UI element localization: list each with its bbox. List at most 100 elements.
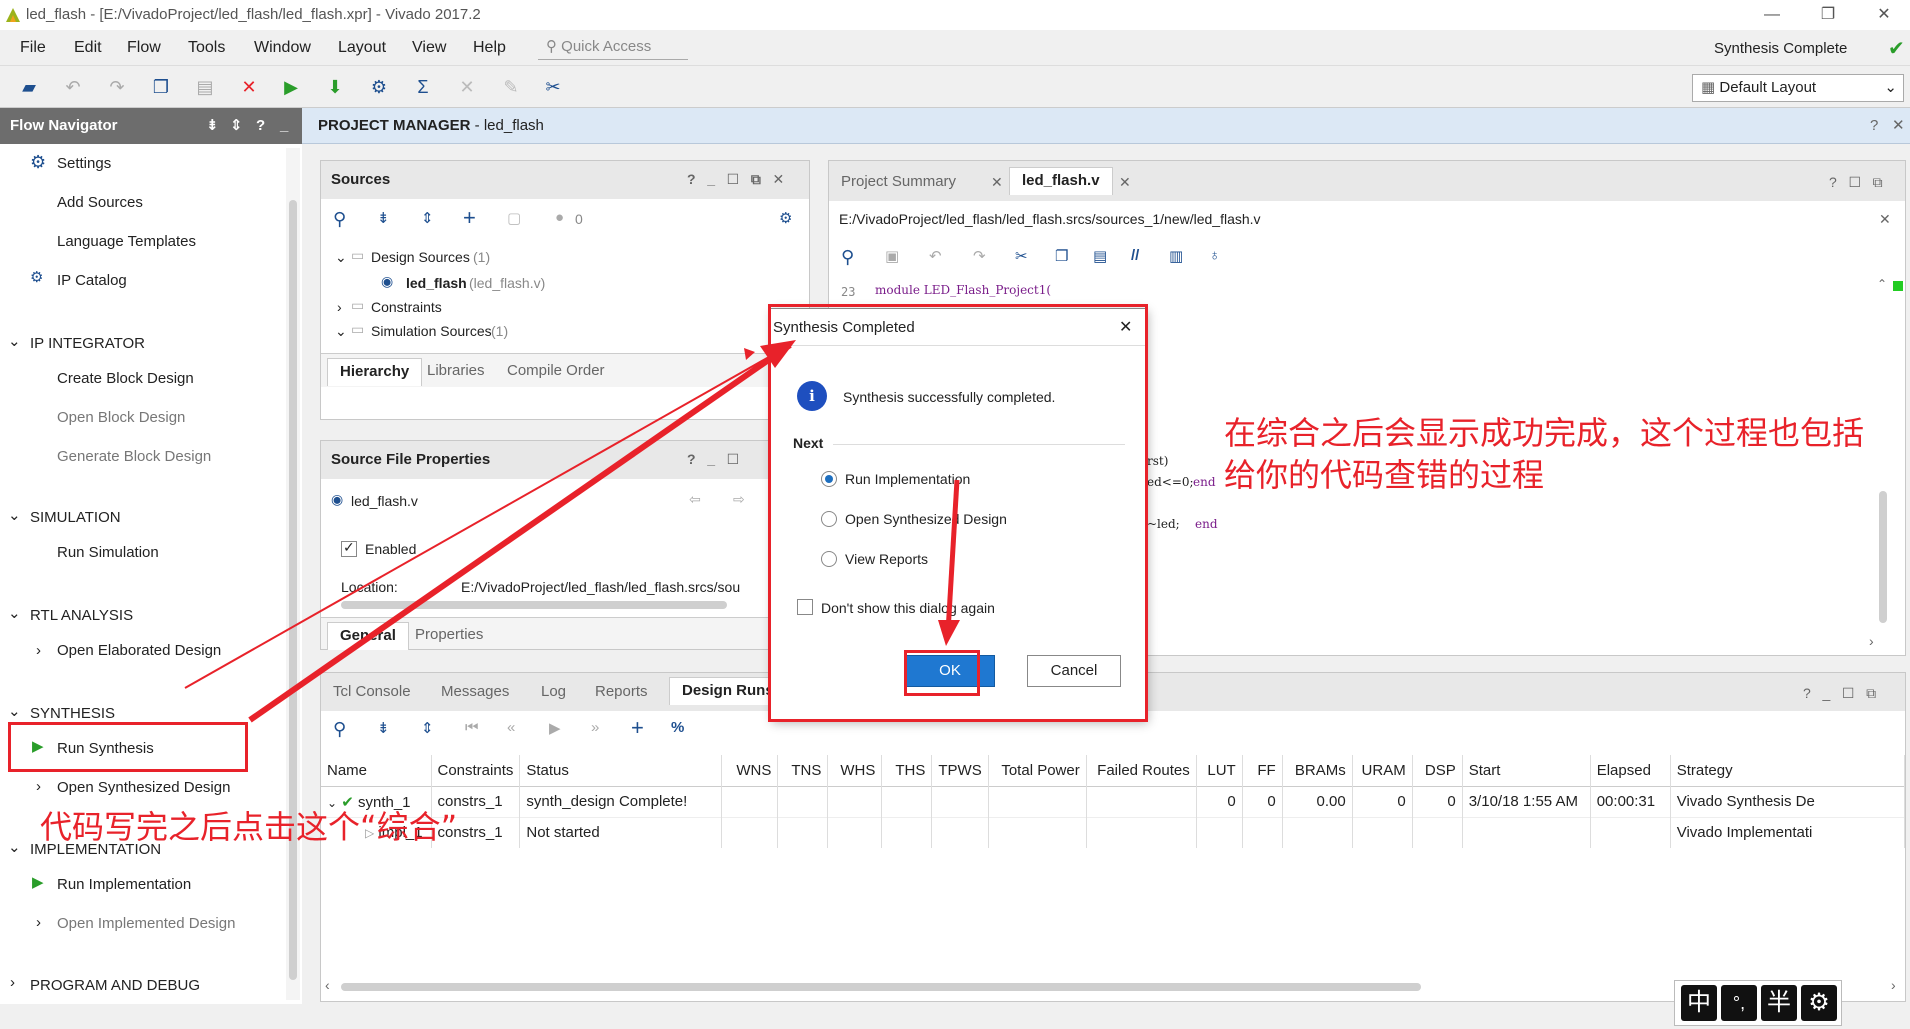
- scroll-up-icon[interactable]: ⌃: [1877, 277, 1887, 291]
- tab-general[interactable]: General: [327, 622, 409, 650]
- scroll-right-icon[interactable]: ›: [1891, 977, 1896, 993]
- nav-run-simulation[interactable]: Run Simulation: [57, 544, 159, 561]
- col-constraints[interactable]: Constraints: [431, 755, 521, 786]
- col-elapsed[interactable]: Elapsed: [1590, 755, 1671, 786]
- tree-led-flash[interactable]: led_flash: [406, 275, 467, 291]
- nav-language-templates[interactable]: Language Templates: [57, 233, 196, 250]
- section-program-and-debug[interactable]: PROGRAM AND DEBUG: [30, 977, 200, 994]
- nav-create-block-design[interactable]: Create Block Design: [57, 370, 194, 387]
- col-strategy[interactable]: Strategy: [1670, 755, 1906, 786]
- chevron-down-icon[interactable]: ⌄: [8, 604, 21, 622]
- enabled-checkbox[interactable]: ✓: [341, 539, 357, 557]
- table-row[interactable]: ▷ impl_1 constrs_1 Not started Vivado Im…: [321, 817, 1906, 848]
- col-tpws[interactable]: TPWS: [931, 755, 989, 786]
- pencil-icon[interactable]: ✎: [498, 74, 524, 100]
- run-icon[interactable]: ▶: [278, 74, 304, 100]
- copy-icon[interactable]: ❐: [1055, 247, 1068, 265]
- chevron-down-icon[interactable]: ⌄: [335, 323, 347, 340]
- expand-all-icon[interactable]: ⇕: [421, 209, 434, 227]
- file-icon[interactable]: ▢: [507, 209, 521, 227]
- clear-icon[interactable]: ✂: [540, 74, 566, 100]
- comment-icon[interactable]: //: [1131, 247, 1139, 264]
- tab-hierarchy[interactable]: Hierarchy: [327, 358, 423, 386]
- section-synthesis[interactable]: SYNTHESIS: [30, 705, 115, 722]
- collapse-all-icon[interactable]: ⇟: [377, 209, 390, 227]
- expand-icon[interactable]: ⇕: [230, 108, 243, 144]
- save-icon[interactable]: ▣: [885, 247, 899, 265]
- chevron-right-icon[interactable]: ›: [36, 642, 41, 659]
- redo-icon[interactable]: ↷: [104, 74, 130, 100]
- panel-controls-icon[interactable]: ? _ ☐ ⧉: [1803, 685, 1876, 702]
- close-window-icon[interactable]: ✕: [1864, 2, 1904, 28]
- panel-controls-icon[interactable]: ? _ ☐: [687, 451, 739, 468]
- bulb-icon[interactable]: ♁: [1209, 247, 1220, 264]
- col-ff[interactable]: FF: [1242, 755, 1283, 786]
- tree-constraints[interactable]: Constraints: [371, 299, 442, 315]
- close-tab-icon[interactable]: ✕: [1119, 174, 1131, 191]
- col-dsp[interactable]: DSP: [1412, 755, 1463, 786]
- tab-reports[interactable]: Reports: [583, 679, 660, 707]
- nav-open-block-design[interactable]: Open Block Design: [57, 409, 185, 426]
- paste-icon[interactable]: ▤: [1093, 247, 1107, 265]
- chevron-down-icon[interactable]: ⌄: [8, 702, 21, 720]
- col-tns[interactable]: TNS: [777, 755, 829, 786]
- menu-flow[interactable]: Flow: [127, 39, 161, 57]
- close-tab-icon[interactable]: ✕: [991, 174, 1003, 191]
- expand-all-icon[interactable]: ⇕: [421, 719, 434, 737]
- nav-ip-catalog[interactable]: IP Catalog: [57, 272, 127, 289]
- nav-open-elaborated-design[interactable]: Open Elaborated Design: [57, 642, 221, 659]
- col-failed-routes[interactable]: Failed Routes: [1086, 755, 1197, 786]
- collapse-all-icon[interactable]: ⇟: [377, 719, 390, 737]
- runs-hscroll-thumb[interactable]: [341, 983, 1421, 991]
- tree-design-sources[interactable]: Design Sources: [371, 249, 470, 265]
- collapse-icon[interactable]: ⇟: [206, 108, 219, 144]
- section-ip-integrator[interactable]: IP INTEGRATOR: [30, 335, 145, 352]
- close-icon[interactable]: ✕: [1892, 108, 1905, 144]
- menu-view[interactable]: View: [412, 39, 446, 57]
- panel-controls-icon[interactable]: ? ☐ ⧉: [1829, 174, 1883, 191]
- help-icon[interactable]: ?: [1870, 108, 1878, 144]
- program-icon[interactable]: ⬇: [322, 74, 348, 100]
- col-start[interactable]: Start: [1462, 755, 1591, 786]
- play-icon[interactable]: ▶: [549, 719, 561, 737]
- search-icon[interactable]: ⚲: [333, 209, 346, 230]
- ime-punct-key[interactable]: °,: [1721, 985, 1757, 1021]
- menu-edit[interactable]: Edit: [74, 39, 102, 57]
- chevron-down-icon[interactable]: ⌄: [8, 506, 21, 524]
- forward-arrow-icon[interactable]: ⇨: [733, 491, 745, 508]
- ime-chinese-key[interactable]: 中: [1681, 985, 1717, 1021]
- chevron-right-icon[interactable]: ›: [337, 299, 342, 315]
- nav-open-implemented-design[interactable]: Open Implemented Design: [57, 915, 235, 932]
- minimize-icon[interactable]: —: [1752, 2, 1792, 28]
- prev-icon[interactable]: «: [507, 719, 515, 736]
- help-icon[interactable]: ?: [256, 108, 265, 144]
- add-icon[interactable]: +: [463, 205, 476, 231]
- chevron-right-icon[interactable]: ›: [36, 914, 41, 931]
- back-arrow-icon[interactable]: ⇦: [689, 491, 701, 508]
- col-ths[interactable]: THS: [881, 755, 933, 786]
- settings-icon[interactable]: ⚙: [779, 209, 792, 227]
- tab-libraries[interactable]: Libraries: [415, 358, 497, 386]
- menu-tools[interactable]: Tools: [188, 39, 225, 57]
- ime-halfwidth-key[interactable]: 半: [1761, 985, 1797, 1021]
- col-uram[interactable]: URAM: [1352, 755, 1413, 786]
- menu-help[interactable]: Help: [473, 39, 506, 57]
- undo-icon[interactable]: ↶: [60, 74, 86, 100]
- col-wns[interactable]: WNS: [721, 755, 779, 786]
- nav-open-synthesized-design[interactable]: Open Synthesized Design: [57, 779, 230, 796]
- cut-icon[interactable]: ✂: [1015, 247, 1028, 265]
- table-row[interactable]: ⌄ ✔ synth_1 constrs_1 synth_design Compl…: [321, 786, 1906, 817]
- chevron-down-icon[interactable]: ⌄: [8, 332, 21, 350]
- tab-properties[interactable]: Properties: [403, 622, 495, 650]
- menu-file[interactable]: File: [20, 39, 46, 57]
- tab-log[interactable]: Log: [529, 679, 578, 707]
- col-whs[interactable]: WHS: [827, 755, 883, 786]
- settings-icon[interactable]: ⚙: [366, 74, 392, 100]
- nav-generate-block-design[interactable]: Generate Block Design: [57, 448, 211, 465]
- col-total-power[interactable]: Total Power: [988, 755, 1087, 786]
- tree-simulation-sources[interactable]: Simulation Sources: [371, 323, 492, 339]
- chevron-down-icon[interactable]: ⌄: [335, 249, 347, 266]
- quick-access-input[interactable]: ⚲ Quick Access: [538, 34, 688, 60]
- section-rtl-analysis[interactable]: RTL ANALYSIS: [30, 607, 133, 624]
- tab-compile-order[interactable]: Compile Order: [495, 358, 617, 386]
